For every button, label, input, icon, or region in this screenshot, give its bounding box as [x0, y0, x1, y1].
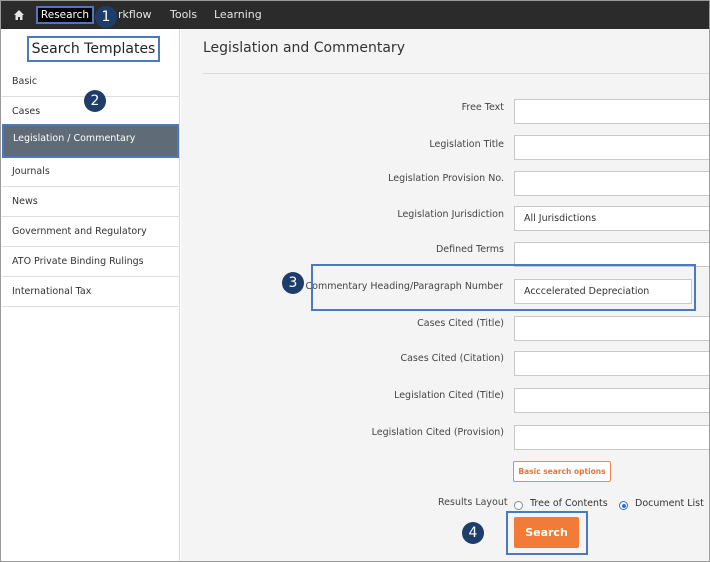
nav-research[interactable]: Research: [36, 6, 94, 24]
label-legislation-cited-provision: Legislation Cited (Provision): [371, 427, 504, 438]
label-free-text: Free Text: [461, 102, 504, 113]
sidebar-item-government-regulatory[interactable]: Government and Regulatory: [2, 217, 180, 247]
label-legislation-provision-no: Legislation Provision No.: [388, 173, 504, 184]
results-layout-label: Results Layout: [438, 497, 508, 508]
label-tree-of-contents[interactable]: Tree of Contents: [530, 498, 608, 509]
input-free-text[interactable]: [514, 99, 709, 124]
radio-tree-of-contents[interactable]: [514, 501, 523, 510]
sidebar-item-news[interactable]: News: [2, 187, 180, 217]
input-cases-cited-title[interactable]: [514, 316, 709, 341]
label-legislation-title: Legislation Title: [429, 139, 504, 150]
step-badge-1: 1: [95, 6, 117, 28]
search-templates-heading: Search Templates: [27, 36, 160, 62]
screenshot-frame: Research rkflow Tools Learning Search Te…: [0, 0, 710, 562]
nav-learning[interactable]: Learning: [214, 8, 262, 22]
sidebar-item-international-tax[interactable]: International Tax: [2, 277, 180, 307]
label-cases-cited-title: Cases Cited (Title): [417, 318, 504, 329]
input-legislation-title[interactable]: [514, 135, 709, 160]
sidebar-item-ato-private-binding-rulings[interactable]: ATO Private Binding Rulings: [2, 247, 180, 277]
label-legislation-cited-title: Legislation Cited (Title): [394, 390, 504, 401]
input-legislation-cited-provision[interactable]: [514, 425, 709, 450]
label-legislation-jurisdiction: Legislation Jurisdiction: [397, 209, 504, 220]
input-legislation-provision-no[interactable]: [514, 171, 709, 196]
page-title: Legislation and Commentary: [203, 40, 405, 56]
sidebar-item-journals[interactable]: Journals: [2, 157, 180, 187]
step-badge-2: 2: [84, 90, 106, 112]
input-cases-cited-citation[interactable]: [514, 351, 709, 376]
sidebar-item-legislation-commentary[interactable]: Legislation / Commentary: [2, 124, 179, 158]
main-panel: Legislation and Commentary Free Text Leg…: [181, 29, 709, 561]
step-badge-4: 4: [462, 522, 484, 544]
step-badge-3: 3: [282, 272, 304, 294]
label-cases-cited-citation: Cases Cited (Citation): [400, 353, 504, 364]
input-legislation-cited-title[interactable]: [514, 388, 709, 413]
basic-search-options-button[interactable]: Basic search options: [513, 461, 611, 482]
nav-workflow[interactable]: rkflow: [118, 8, 152, 22]
label-defined-terms: Defined Terms: [435, 244, 504, 255]
commentary-highlight-box: [311, 264, 696, 311]
nav-tools[interactable]: Tools: [170, 8, 197, 22]
title-divider: [203, 73, 709, 74]
radio-document-list[interactable]: [619, 501, 628, 510]
home-icon[interactable]: [13, 9, 25, 21]
label-document-list[interactable]: Document List: [635, 498, 704, 509]
search-button[interactable]: Search: [514, 517, 579, 548]
select-legislation-jurisdiction[interactable]: All Jurisdictions: [514, 206, 709, 231]
